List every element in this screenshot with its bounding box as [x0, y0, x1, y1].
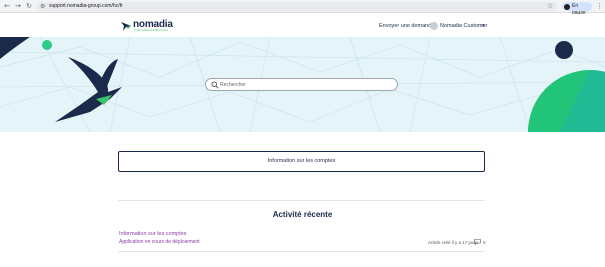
comment-count: 0 [483, 240, 486, 245]
bookmark-star-icon[interactable]: ☆ [547, 2, 553, 10]
category-title: Information sur les comptes [267, 158, 336, 164]
browser-toolbar: ← → ↻ ⚙ support.nomadia-group.com/hc/fr … [0, 0, 605, 16]
search-bar[interactable] [205, 78, 398, 91]
row-divider [118, 251, 485, 252]
submit-request-link[interactable]: Envoyer une demande [379, 23, 434, 29]
search-input[interactable] [220, 80, 390, 89]
activity-section-link[interactable]: Application en cours de déploiement [119, 239, 200, 245]
section-divider [118, 200, 485, 201]
navy-dot-decoration [555, 41, 573, 59]
chevron-down-icon: ▾ [482, 23, 485, 29]
reload-icon[interactable]: ↻ [25, 2, 33, 10]
back-icon[interactable]: ← [3, 2, 11, 10]
browser-menu-icon[interactable]: ⋮ [596, 2, 603, 10]
corner-shape [0, 37, 30, 59]
url-text: support.nomadia-group.com/hc/fr [49, 3, 123, 9]
avatar [430, 22, 438, 30]
site-info-icon[interactable]: ⚙ [40, 3, 45, 10]
pause-icon [564, 3, 570, 10]
category-card-accounts[interactable]: Information sur les comptes [118, 151, 485, 172]
activity-meta: Article créé il y a 17 jours [428, 240, 479, 245]
activity-article-link[interactable]: Information sur les comptes [119, 231, 187, 237]
user-name: Nomadia Customer [440, 23, 488, 29]
profile-pause-button[interactable]: En pause [562, 2, 592, 16]
hero-banner [0, 37, 605, 132]
forward-icon[interactable]: → [14, 2, 22, 10]
nomadia-logo[interactable]: nomadia smart mobility and field service [120, 19, 173, 33]
bird-illustration [55, 57, 122, 122]
recent-activity-heading: Activité récente [272, 210, 333, 219]
address-bar[interactable]: ⚙ support.nomadia-group.com/hc/fr [37, 2, 557, 11]
logo-tagline: smart mobility and field service [134, 29, 169, 32]
site-header: nomadia smart mobility and field service… [0, 14, 605, 37]
green-dot-decoration [42, 40, 52, 50]
comment-icon [474, 239, 481, 245]
logo-bird-icon [121, 22, 131, 31]
search-icon [211, 81, 219, 89]
